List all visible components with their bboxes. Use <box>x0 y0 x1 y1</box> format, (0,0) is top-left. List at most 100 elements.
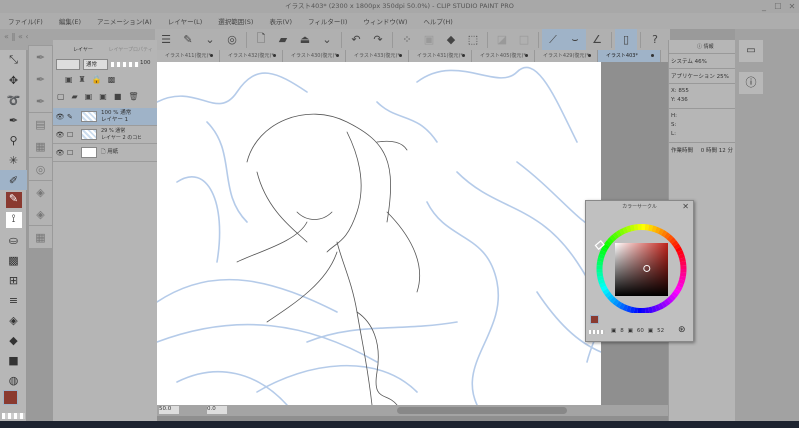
magic-wand-tool-icon[interactable]: ✳ <box>0 150 27 170</box>
layer-row[interactable]: 👁 ☐ 🗋 用紙 <box>53 144 157 162</box>
checkbox[interactable]: ☐ <box>67 131 79 139</box>
document-tab[interactable]: イラスト411(復元)* <box>157 50 220 62</box>
pen-subtool-icon[interactable]: ✒ <box>29 68 52 90</box>
tool-property-icon[interactable]: ▤ <box>29 113 52 135</box>
layer-icon[interactable]: ◈ <box>29 181 52 203</box>
transparent-swatch[interactable] <box>589 330 605 334</box>
deselect-icon[interactable]: ◪ <box>491 29 513 50</box>
lasso-tool-icon[interactable]: ➰ <box>0 90 27 110</box>
checkbox[interactable]: ☐ <box>67 149 79 157</box>
figure-tool-icon[interactable]: ⊞ <box>0 270 27 290</box>
save-icon[interactable]: ⏏ <box>294 29 316 50</box>
rotation-field[interactable]: 0.0 <box>207 406 227 414</box>
clear-outside-icon[interactable]: ▣ <box>418 29 440 50</box>
help-icon[interactable]: ? <box>644 29 666 50</box>
menu-animation[interactable]: アニメーション(A) <box>97 16 152 26</box>
menu-layer[interactable]: レイヤー(L) <box>168 16 203 26</box>
collapse-icon[interactable]: « ‖ « ‹ <box>4 32 29 41</box>
animation-icon[interactable]: ▭ <box>739 40 763 62</box>
document-tab[interactable]: イラスト405(復元)* <box>472 50 535 62</box>
document-tab[interactable]: イラスト430(復元)* <box>283 50 346 62</box>
menu-view[interactable]: 表示(V) <box>269 16 292 26</box>
text-tool-icon[interactable]: ◍ <box>0 370 27 390</box>
color-wheel[interactable] <box>586 213 693 314</box>
menu-filter[interactable]: フィルター(I) <box>308 16 347 26</box>
document-tab[interactable]: イラスト429(復元)* <box>535 50 598 62</box>
blend-mode-select[interactable]: 通常 <box>83 59 108 70</box>
menu-help[interactable]: ヘルプ(H) <box>423 16 452 26</box>
tab-info[interactable]: ⓘ 情報 <box>669 40 735 54</box>
chevron-down-icon[interactable]: ⌄ <box>199 29 221 50</box>
operation-tool-icon[interactable]: ✒ <box>0 110 27 130</box>
redo-icon[interactable]: ↷ <box>367 29 389 50</box>
menu-selection[interactable]: 選択範囲(S) <box>218 16 253 26</box>
timeline-icon[interactable]: ▦ <box>29 226 52 248</box>
fill-tool-icon[interactable]: ◆ <box>0 330 27 350</box>
device-icon[interactable]: ▯ <box>615 29 637 50</box>
transform-icon[interactable]: ⬚ <box>462 29 484 50</box>
zoom-field[interactable]: 50.0 <box>159 406 179 414</box>
pen-subtool-icon[interactable]: ✒ <box>29 46 52 68</box>
zoom-tool-icon[interactable]: ⤡ <box>0 50 27 70</box>
hsv-toggle-icon[interactable]: ▣ <box>611 328 616 334</box>
opacity-value[interactable]: 100 <box>140 60 151 66</box>
open-folder-icon[interactable]: ▰ <box>272 29 294 50</box>
menu-edit[interactable]: 編集(E) <box>59 16 81 26</box>
tips-icon[interactable]: ◎ <box>221 29 243 50</box>
move-tool-icon[interactable]: ✥ <box>0 70 27 90</box>
eraser-tool-icon[interactable]: ◈ <box>0 310 27 330</box>
document-tab[interactable]: イラスト432(復元)* <box>220 50 283 62</box>
drawing-canvas[interactable] <box>157 62 601 405</box>
invert-selection-icon[interactable]: □ <box>513 29 535 50</box>
brush-size-icon[interactable]: ▦ <box>29 135 52 157</box>
undo-icon[interactable]: ↶ <box>345 29 367 50</box>
maximize-button[interactable]: ☐ <box>771 0 785 13</box>
navigator-icon[interactable]: ◎ <box>29 158 52 180</box>
material-icon[interactable]: ◈ <box>29 203 52 225</box>
document-tab-active[interactable]: イラスト403* <box>598 50 661 62</box>
clear-icon[interactable]: ⁘ <box>396 29 418 50</box>
layer-color-select[interactable] <box>56 59 80 70</box>
pen-tool-icon[interactable]: ✐ <box>0 170 27 190</box>
snap-special-ruler-icon[interactable]: ⌣ <box>564 29 586 50</box>
layer-lock-icons[interactable]: ▣♜🔒▩ <box>65 75 121 84</box>
close-button[interactable]: ✕ <box>785 0 799 13</box>
eye-icon[interactable]: 👁 <box>53 149 67 157</box>
opacity-slider[interactable] <box>111 62 139 67</box>
fill-icon[interactable]: ◆ <box>440 29 462 50</box>
layer-row[interactable]: 👁☐ 29 % 通常レイヤー 2 のコピー <box>53 126 157 144</box>
eye-icon[interactable]: 👁 <box>53 113 67 121</box>
clip-studio-icon[interactable]: ✎ <box>177 29 199 50</box>
horizontal-scrollbar[interactable] <box>397 407 567 414</box>
main-color-swatch[interactable] <box>3 390 18 405</box>
hue-ring-segment <box>622 304 629 312</box>
document-tab[interactable]: イラスト433(復元)* <box>346 50 409 62</box>
chevron-down-icon[interactable]: ⌄ <box>316 29 338 50</box>
snap-grid-icon[interactable]: ∠ <box>586 29 608 50</box>
menu-icon[interactable]: ☰ <box>155 29 177 50</box>
tab-layer-property[interactable]: レイヤープロパティ <box>108 47 152 53</box>
minimize-button[interactable]: _ <box>757 0 771 13</box>
menu-file[interactable]: ファイル(F) <box>8 16 43 26</box>
layer-action-icons[interactable]: ▢▰▣▣■🗑 <box>57 92 146 101</box>
color-space-icon[interactable]: ⊛ <box>678 325 686 335</box>
document-tab[interactable]: イラスト431(復元)* <box>409 50 472 62</box>
new-file-icon[interactable]: 🗋 <box>250 29 272 50</box>
ruler-tool-icon[interactable]: ≡ <box>0 290 27 310</box>
brush-tool-icon[interactable]: ⟟ <box>0 210 27 230</box>
eye-icon[interactable]: 👁 <box>53 131 67 139</box>
eyedropper-tool-icon[interactable]: ⚲ <box>0 130 27 150</box>
gradient-tool-icon[interactable]: ■ <box>0 350 27 370</box>
tab-layer[interactable]: レイヤー <box>73 47 93 53</box>
layer-row[interactable]: 👁 ✎ 100 % 通常 レイヤー 1 <box>53 108 157 126</box>
airbrush-tool-icon[interactable]: ⛀ <box>0 230 27 250</box>
info-icon[interactable]: ⓘ <box>739 72 763 94</box>
pencil-tool-icon[interactable]: ✎ <box>0 190 27 210</box>
main-color-swatch[interactable] <box>590 315 599 324</box>
close-icon[interactable]: ✕ <box>682 201 689 213</box>
transparent-color-swatch[interactable] <box>2 413 25 419</box>
pen-subtool-icon[interactable]: ✒ <box>29 90 52 112</box>
blend-tool-icon[interactable]: ▩ <box>0 250 27 270</box>
menu-window[interactable]: ウィンドウ(W) <box>363 16 407 26</box>
snap-ruler-icon[interactable]: ⟋ <box>542 29 564 50</box>
